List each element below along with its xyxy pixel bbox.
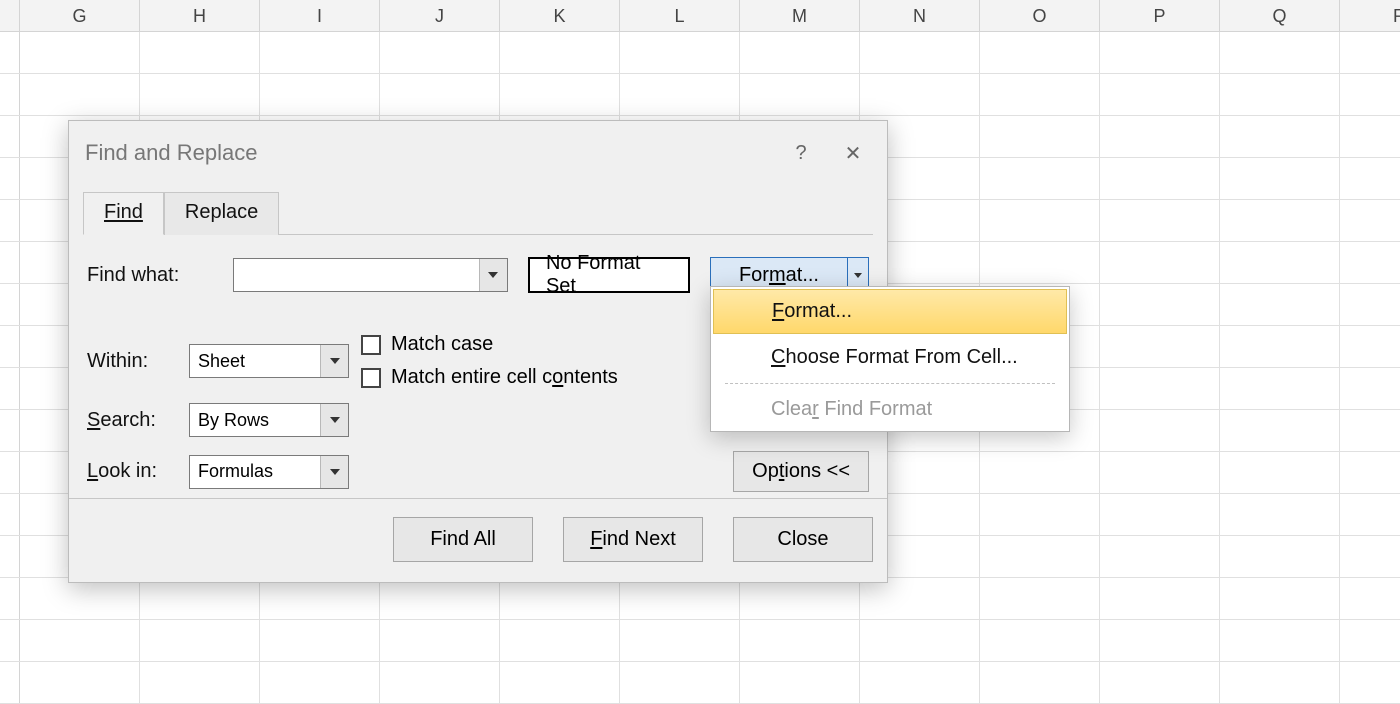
grid-row: [0, 74, 1400, 116]
dialog-titlebar: Find and Replace ? ✕: [69, 121, 887, 185]
col-header[interactable]: L: [620, 0, 740, 31]
find-what-input[interactable]: [233, 258, 508, 292]
column-header-row: G H I J K L M N O P Q R: [0, 0, 1400, 32]
lookin-value: Formulas: [190, 456, 320, 488]
lookin-label: Look in:: [87, 460, 177, 483]
close-button[interactable]: Close: [733, 517, 873, 562]
col-header[interactable]: J: [380, 0, 500, 31]
menu-item-choose-format-from-cell[interactable]: Choose Format From Cell...: [711, 336, 1069, 379]
grid-row: [0, 662, 1400, 704]
tab-replace[interactable]: Replace: [164, 192, 279, 235]
menu-item-format[interactable]: Format...: [713, 289, 1067, 334]
search-value: By Rows: [190, 404, 320, 436]
grid-row: [0, 620, 1400, 662]
grid-row: [0, 32, 1400, 74]
within-label: Within:: [87, 350, 177, 373]
col-header[interactable]: M: [740, 0, 860, 31]
match-entire-checkbox[interactable]: Match entire cell contents: [361, 366, 721, 389]
col-header[interactable]: O: [980, 0, 1100, 31]
col-header[interactable]: R: [1340, 0, 1400, 31]
col-header[interactable]: I: [260, 0, 380, 31]
gutter: [0, 0, 20, 31]
col-header[interactable]: K: [500, 0, 620, 31]
checkbox-icon[interactable]: [361, 368, 381, 388]
col-header[interactable]: Q: [1220, 0, 1340, 31]
close-icon[interactable]: ✕: [827, 133, 879, 173]
within-select[interactable]: Sheet: [189, 344, 349, 378]
col-header[interactable]: N: [860, 0, 980, 31]
find-what-field[interactable]: [234, 259, 479, 291]
grid-row: [0, 578, 1400, 620]
find-next-button[interactable]: Find Next: [563, 517, 703, 562]
within-value: Sheet: [190, 345, 320, 377]
search-select[interactable]: By Rows: [189, 403, 349, 437]
dialog-footer: Find All Find Next Close: [69, 498, 887, 582]
search-label: Search:: [87, 409, 177, 432]
dialog-tabs: Find Replace: [83, 191, 887, 234]
menu-separator: [725, 383, 1055, 384]
match-case-checkbox[interactable]: Match case: [361, 333, 721, 356]
chevron-down-icon[interactable]: [320, 404, 348, 436]
chevron-down-icon[interactable]: [320, 456, 348, 488]
col-header[interactable]: P: [1100, 0, 1220, 31]
col-header[interactable]: H: [140, 0, 260, 31]
format-dropdown-menu: Format... Choose Format From Cell... Cle…: [710, 286, 1070, 432]
dialog-title: Find and Replace: [85, 140, 257, 166]
options-button[interactable]: Options <<: [733, 451, 869, 492]
col-header[interactable]: G: [20, 0, 140, 31]
find-all-button[interactable]: Find All: [393, 517, 533, 562]
format-preview: No Format Set: [528, 257, 690, 293]
match-entire-label: Match entire cell contents: [391, 366, 618, 389]
help-button[interactable]: ?: [775, 133, 827, 173]
tab-find[interactable]: Find: [83, 192, 164, 235]
match-case-label: Match case: [391, 333, 493, 356]
lookin-select[interactable]: Formulas: [189, 455, 349, 489]
chevron-down-icon[interactable]: [320, 345, 348, 377]
checkbox-icon[interactable]: [361, 335, 381, 355]
find-what-label: Find what:: [87, 264, 213, 287]
menu-item-clear-find-format: Clear Find Format: [711, 388, 1069, 431]
chevron-down-icon[interactable]: [479, 259, 507, 291]
